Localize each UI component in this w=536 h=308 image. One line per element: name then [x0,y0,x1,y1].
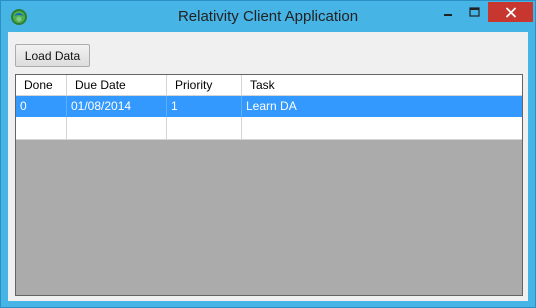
load-data-button[interactable]: Load Data [15,44,90,67]
grid-header: Done Due Date Priority Task [16,75,522,96]
cell-priority[interactable]: 1 [167,96,242,117]
title-bar[interactable]: Relativity Client Application [1,1,535,32]
column-header-priority[interactable]: Priority [167,75,242,96]
column-header-due-date[interactable]: Due Date [67,75,167,96]
column-header-task[interactable]: Task [242,75,522,96]
cell-priority[interactable] [167,117,242,140]
maximize-icon [468,7,480,17]
minimize-button[interactable] [434,2,461,22]
table-row-selected[interactable]: 0 01/08/2014 1 Learn DA [16,96,522,117]
table-row-new[interactable] [16,117,522,140]
column-header-done[interactable]: Done [16,75,67,96]
data-grid[interactable]: Done Due Date Priority Task 0 01/08/2014… [15,74,523,296]
close-button[interactable] [488,2,533,22]
maximize-button[interactable] [461,2,487,22]
minimize-icon [443,14,452,16]
application-window: Relativity Client Application Load Data … [0,0,536,308]
cell-task[interactable]: Learn DA [242,96,522,117]
cell-task[interactable] [242,117,522,140]
close-icon [505,7,516,17]
cell-due-date[interactable]: 01/08/2014 [67,96,167,117]
cell-done[interactable] [16,117,67,140]
client-area: Load Data Done Due Date Priority Task 0 … [8,32,528,301]
cell-done[interactable]: 0 [16,96,67,117]
cell-due-date[interactable] [67,117,167,140]
